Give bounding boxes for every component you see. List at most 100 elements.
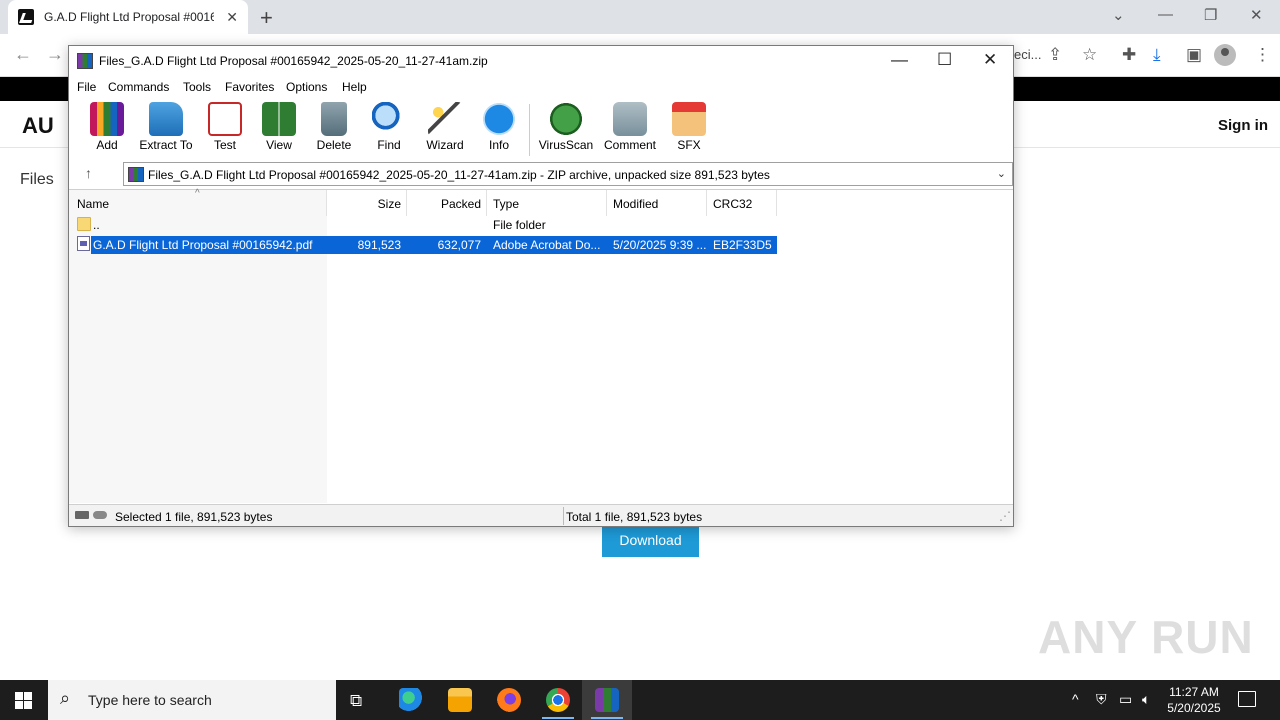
cell-crc32: EB2F33D5: [713, 238, 772, 252]
tool-label: Extract To: [139, 138, 193, 152]
menu-help[interactable]: Help: [342, 80, 367, 94]
list-row-parent[interactable]: .. File folder: [75, 216, 777, 234]
back-icon[interactable]: ←: [14, 44, 32, 65]
tool-wizard-button[interactable]: Wizard: [414, 102, 476, 158]
download-button[interactable]: Download: [602, 523, 699, 557]
notifications-icon[interactable]: [1238, 691, 1256, 707]
winrar-taskbar-icon[interactable]: [591, 688, 623, 719]
column-header-label: Type: [493, 197, 520, 211]
winrar-minimize-icon[interactable]: —: [891, 50, 908, 70]
tool-sfx-button[interactable]: SFX: [658, 102, 720, 158]
breadcrumb-files[interactable]: Files: [20, 171, 54, 189]
winrar-title: Files_G.A.D Flight Ltd Proposal #0016594…: [99, 54, 488, 68]
winrar-menubar: File Commands Tools Favorites Options He…: [69, 76, 1013, 98]
tool-add-button[interactable]: Add: [76, 102, 138, 158]
site-logo[interactable]: AU: [22, 113, 54, 139]
tool-view-button[interactable]: View: [248, 102, 310, 158]
browser-tab[interactable]: G.A.D Flight Ltd Proposal #00167 ✕: [8, 0, 248, 34]
tab-title: G.A.D Flight Ltd Proposal #00167: [44, 10, 214, 24]
menu-file[interactable]: File: [77, 80, 96, 94]
chevron-down-icon[interactable]: ⌄: [997, 167, 1006, 180]
column-header-label: Packed: [440, 197, 481, 211]
menu-options[interactable]: Options: [286, 80, 327, 94]
path-dropdown[interactable]: Files_G.A.D Flight Ltd Proposal #0016594…: [123, 162, 1013, 186]
edge-icon[interactable]: [399, 688, 423, 712]
share-icon[interactable]: ⇪: [1048, 45, 1062, 65]
toolbar-separator: [529, 104, 530, 156]
cell-type: Adobe Acrobat Do...: [493, 238, 601, 252]
firefox-icon[interactable]: [497, 688, 521, 712]
forward-icon[interactable]: →: [46, 44, 64, 65]
tool-extract-button[interactable]: Extract To: [135, 102, 197, 158]
profile-avatar-icon[interactable]: [1214, 44, 1236, 66]
wizard-icon: [428, 102, 462, 136]
tab-close-icon[interactable]: ✕: [226, 9, 238, 26]
clock-date: 5/20/2025: [1167, 701, 1221, 715]
tool-label: Wizard: [426, 138, 464, 152]
chrome-icon[interactable]: [542, 688, 574, 719]
virusscan-icon: [549, 102, 583, 136]
path-bar: ↑ Files_G.A.D Flight Ltd Proposal #00165…: [73, 162, 1013, 186]
comment-icon: [613, 102, 647, 136]
tool-label: Comment: [603, 138, 656, 152]
close-icon[interactable]: ✕: [1250, 6, 1263, 24]
resize-grip-icon[interactable]: ⋰: [999, 509, 1011, 523]
menu-kebab-icon[interactable]: ⋮: [1254, 45, 1271, 65]
find-icon: [372, 102, 406, 136]
restore-icon[interactable]: ❐: [1204, 6, 1217, 24]
drive-lock-icon[interactable]: [75, 511, 109, 520]
column-header-size[interactable]: Size: [327, 190, 407, 216]
volume-icon[interactable]: 🔈︎: [1142, 691, 1150, 708]
extensions-icon[interactable]: ✚: [1122, 45, 1136, 65]
omnibox-text-tail[interactable]: eci...: [1014, 47, 1041, 62]
tool-virusscan-button[interactable]: VirusScan: [535, 102, 597, 158]
tool-test-button[interactable]: Test: [194, 102, 256, 158]
winrar-close-icon[interactable]: ✕: [983, 50, 997, 70]
cell-size: 891,523: [357, 238, 401, 252]
menu-tools[interactable]: Tools: [183, 80, 211, 94]
column-header-modified[interactable]: Modified: [607, 190, 707, 216]
network-icon[interactable]: ▭: [1119, 691, 1132, 708]
column-header-type[interactable]: Type: [487, 190, 607, 216]
windows-taskbar: ⌕ Type here to search ⧉ ^ ⛨ ▭ 🔈︎ 11:27 A…: [0, 680, 1280, 720]
delete-icon: [321, 102, 347, 136]
site-favicon-icon: [18, 9, 34, 25]
menu-favorites[interactable]: Favorites: [225, 80, 274, 94]
minimize-icon[interactable]: —: [1158, 6, 1173, 23]
winrar-titlebar[interactable]: Files_G.A.D Flight Ltd Proposal #0016594…: [69, 46, 1013, 76]
tool-label: Info: [488, 138, 509, 152]
column-header-crc32[interactable]: CRC32: [707, 190, 777, 216]
column-header-packed[interactable]: Packed: [407, 190, 487, 216]
sign-in-link[interactable]: Sign in: [1218, 117, 1268, 134]
task-view-icon[interactable]: ⧉: [350, 691, 362, 711]
column-header-name[interactable]: Name ^: [69, 188, 327, 216]
file-explorer-icon[interactable]: [448, 688, 472, 712]
tool-delete-button[interactable]: Delete: [303, 102, 365, 158]
security-tray-icon[interactable]: ⛨: [1096, 691, 1107, 708]
tool-comment-button[interactable]: Comment: [599, 102, 661, 158]
side-panel-icon[interactable]: ▣: [1186, 45, 1202, 65]
new-tab-icon[interactable]: +: [260, 5, 273, 31]
file-list: Name ^ Size Packed Type Modified CRC32 ..…: [69, 188, 1013, 503]
column-header-label: Name: [77, 197, 110, 211]
tool-find-button[interactable]: Find: [358, 102, 420, 158]
add-icon: [90, 102, 124, 136]
list-row-file[interactable]: G.A.D Flight Ltd Proposal #00165942.pdf …: [75, 236, 777, 254]
tool-label: Delete: [316, 138, 352, 152]
info-icon: [482, 102, 516, 136]
up-folder-icon[interactable]: ↑: [85, 165, 92, 181]
tool-info-button[interactable]: Info: [468, 102, 530, 158]
taskbar-clock[interactable]: 11:27 AM 5/20/2025: [1160, 684, 1228, 716]
taskbar-search[interactable]: ⌕ Type here to search: [48, 680, 336, 720]
download-icon[interactable]: ⤓: [1153, 45, 1161, 65]
bookmark-star-icon[interactable]: ☆: [1082, 45, 1097, 65]
windows-start-icon[interactable]: [15, 692, 32, 709]
search-icon: ⌕: [60, 688, 71, 708]
status-selected: Selected 1 file, 891,523 bytes: [115, 510, 273, 524]
menu-commands[interactable]: Commands: [108, 80, 169, 94]
pdf-file-icon: [77, 236, 90, 251]
winrar-maximize-icon[interactable]: ☐: [937, 50, 952, 70]
cell-packed: 632,077: [437, 238, 481, 252]
tab-search-chevron-icon[interactable]: ⌄: [1112, 6, 1125, 24]
show-hidden-icons-chevron-icon[interactable]: ^: [1072, 691, 1079, 707]
